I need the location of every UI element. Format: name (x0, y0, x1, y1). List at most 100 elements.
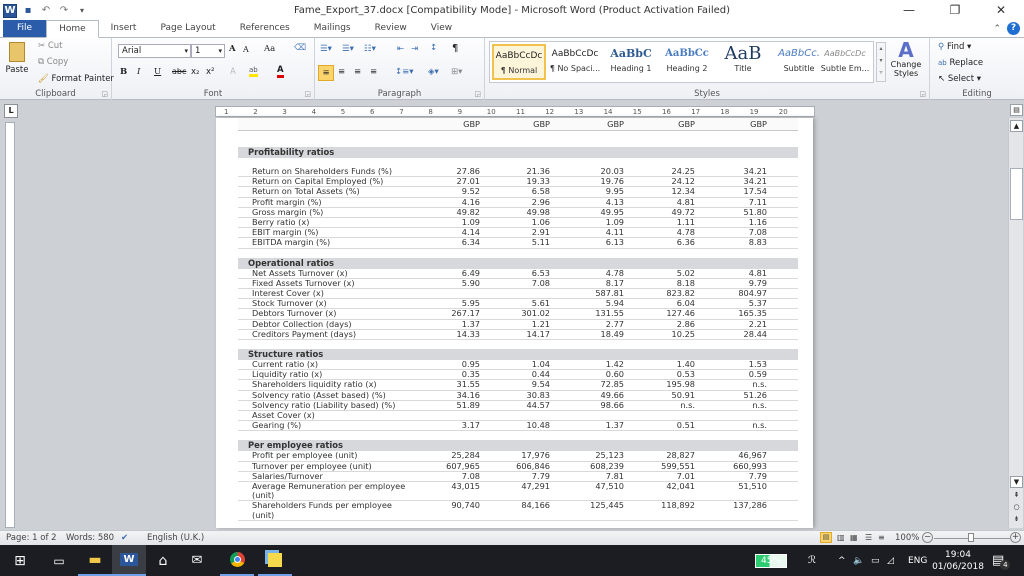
cut-button[interactable]: ✂ Cut (38, 41, 62, 51)
customize-qat-icon[interactable]: ▾ (75, 4, 89, 18)
view-ruler-icon[interactable]: ▤ (1010, 104, 1023, 116)
strikethrough-button[interactable]: abc (172, 67, 186, 76)
outline-icon[interactable]: ☰ (865, 533, 872, 542)
clear-formatting-icon[interactable]: ⌫ (294, 43, 306, 53)
tab-file[interactable]: File (3, 20, 47, 37)
sort-icon[interactable]: ↕ (430, 43, 437, 53)
highlight-button[interactable]: ab (249, 66, 258, 77)
style-heading-1[interactable]: AaBbC Heading 1 (604, 44, 658, 80)
print-layout-icon[interactable]: ▤ (820, 532, 832, 543)
web-layout-icon[interactable]: ▦ (850, 533, 858, 542)
font-color-button[interactable]: A (277, 65, 284, 78)
undo-icon[interactable]: ↶ (39, 4, 53, 18)
decrease-indent-icon[interactable]: ⇤ (397, 44, 404, 54)
scroll-thumb[interactable] (1010, 168, 1023, 220)
align-left-button[interactable]: ≡ (318, 65, 334, 81)
grow-font-button[interactable]: A (229, 44, 236, 54)
borders-icon[interactable]: ⊞▾ (451, 67, 462, 77)
page-count[interactable]: Page: 1 of 2 (6, 533, 57, 543)
tab-review[interactable]: Review (363, 20, 419, 37)
tab-references[interactable]: References (228, 20, 302, 37)
minimize-button[interactable]: — (886, 0, 932, 21)
proofing-icon[interactable]: ✔ (121, 533, 128, 543)
vertical-scrollbar[interactable]: ▤ ▲ ▼ ⇞ ○ ⇟ (1008, 104, 1023, 528)
bold-button[interactable]: B (120, 67, 127, 77)
restore-button[interactable]: ❐ (932, 0, 978, 21)
mail-icon[interactable]: ✉ (180, 545, 214, 576)
zoom-out-button[interactable]: − (922, 532, 933, 543)
browse-object-icon[interactable]: ○ (1010, 502, 1023, 514)
power-icon[interactable]: ▭ (871, 545, 880, 576)
sticky-notes-icon[interactable] (258, 545, 292, 576)
text-effects-button[interactable]: A (230, 67, 236, 77)
horizontal-ruler[interactable]: 1 2 3 4 5 6 7 8 9 10 11 12 13 14 15 16 17 18 19 20 (215, 106, 815, 117)
numbering-icon[interactable]: ☰▾ (342, 44, 354, 54)
dialog-launcher-icon[interactable]: ◲ (474, 90, 481, 98)
tab-view[interactable]: View (419, 20, 464, 37)
align-center-button[interactable]: ≡ (338, 67, 345, 77)
action-center-icon[interactable]: ▤ 4 (992, 545, 1011, 576)
italic-button[interactable]: I (137, 67, 140, 77)
style-normal[interactable]: AaBbCcDc ¶ Normal (492, 44, 546, 80)
style-title[interactable]: AaB Title (716, 44, 770, 80)
font-name-input[interactable]: Arial ▾ (118, 44, 191, 58)
font-size-input[interactable]: 1 ▾ (191, 44, 225, 58)
multilevel-list-icon[interactable]: ☷▾ (364, 44, 376, 54)
line-spacing-icon[interactable]: ↕≡▾ (395, 67, 414, 77)
style-heading-2[interactable]: AaBbCc Heading 2 (660, 44, 714, 80)
superscript-button[interactable]: x² (206, 67, 214, 77)
vertical-ruler[interactable] (5, 122, 15, 528)
save-icon[interactable]: ▪ (21, 4, 35, 18)
style-subtle-emphasis[interactable]: AaBbCcDc Subtle Em... (818, 44, 872, 80)
full-screen-reading-icon[interactable]: ▥ (837, 533, 845, 542)
task-view-icon[interactable]: ▭ (40, 545, 78, 576)
close-button[interactable]: ✕ (978, 0, 1024, 21)
dialog-launcher-icon[interactable]: ◲ (919, 90, 926, 98)
zoom-level[interactable]: 100% (895, 533, 919, 543)
change-styles-button[interactable]: A Change Styles (887, 40, 925, 78)
battery-indicator[interactable]: 45% (755, 545, 787, 576)
tab-mailings[interactable]: Mailings (302, 20, 363, 37)
increase-indent-icon[interactable]: ⇥ (411, 44, 418, 54)
input-language[interactable]: ENG (908, 545, 927, 576)
home-icon[interactable]: ⌂ (146, 545, 180, 576)
justify-button[interactable]: ≡ (370, 67, 377, 77)
zoom-slider-thumb[interactable] (968, 533, 974, 542)
start-windows-icon[interactable]: ⊞ (0, 545, 40, 576)
draft-icon[interactable]: ≡ (878, 533, 885, 542)
dialog-launcher-icon[interactable]: ◲ (304, 90, 311, 98)
file-explorer-icon[interactable]: ▬ (78, 545, 112, 576)
show-hidden-icons-icon[interactable]: ^ (838, 545, 846, 576)
redo-icon[interactable]: ↷ (57, 4, 71, 18)
next-page-icon[interactable]: ⇟ (1010, 514, 1023, 526)
copy-button[interactable]: ⧉ Copy (38, 57, 68, 67)
show-formatting-button[interactable]: ¶ (452, 43, 458, 54)
format-painter-button[interactable]: 🖌 Format Painter (38, 74, 114, 84)
word-taskbar-icon[interactable]: W (112, 545, 146, 576)
tab-page-layout[interactable]: Page Layout (148, 20, 227, 37)
subscript-button[interactable]: x₂ (191, 67, 199, 77)
scroll-down-arrow[interactable]: ▼ (1010, 476, 1023, 488)
chrome-icon[interactable] (220, 545, 254, 576)
previous-page-icon[interactable]: ⇞ (1010, 490, 1023, 502)
paste-button[interactable]: Paste (5, 42, 29, 75)
styles-scroll[interactable]: ▴ ▾ ▿ (876, 42, 886, 82)
language[interactable]: English (U.K.) (147, 533, 204, 543)
tab-insert[interactable]: Insert (99, 20, 149, 37)
scroll-up-arrow[interactable]: ▲ (1010, 120, 1023, 132)
change-case-button[interactable]: Aa (264, 44, 275, 54)
replace-button[interactable]: ab Replace (938, 58, 983, 68)
bullets-icon[interactable]: ☰▾ (320, 44, 332, 54)
tab-selector[interactable]: L (4, 104, 18, 118)
minimize-ribbon-icon[interactable]: ⌃ (993, 24, 1001, 34)
word-count[interactable]: Words: 580 (66, 533, 114, 543)
zoom-in-button[interactable]: + (1010, 532, 1021, 543)
people-icon[interactable]: ℛ (808, 545, 816, 576)
shrink-font-button[interactable]: A (243, 45, 249, 54)
word-logo-icon[interactable]: W (3, 3, 17, 18)
style-no-spacing[interactable]: AaBbCcDc ¶ No Spaci... (548, 44, 602, 80)
wifi-icon[interactable]: ◿ (887, 545, 894, 576)
select-button[interactable]: ↖ Select ▾ (938, 74, 981, 84)
volume-icon[interactable]: 🔈 (853, 545, 864, 576)
underline-button[interactable]: U (154, 67, 161, 77)
